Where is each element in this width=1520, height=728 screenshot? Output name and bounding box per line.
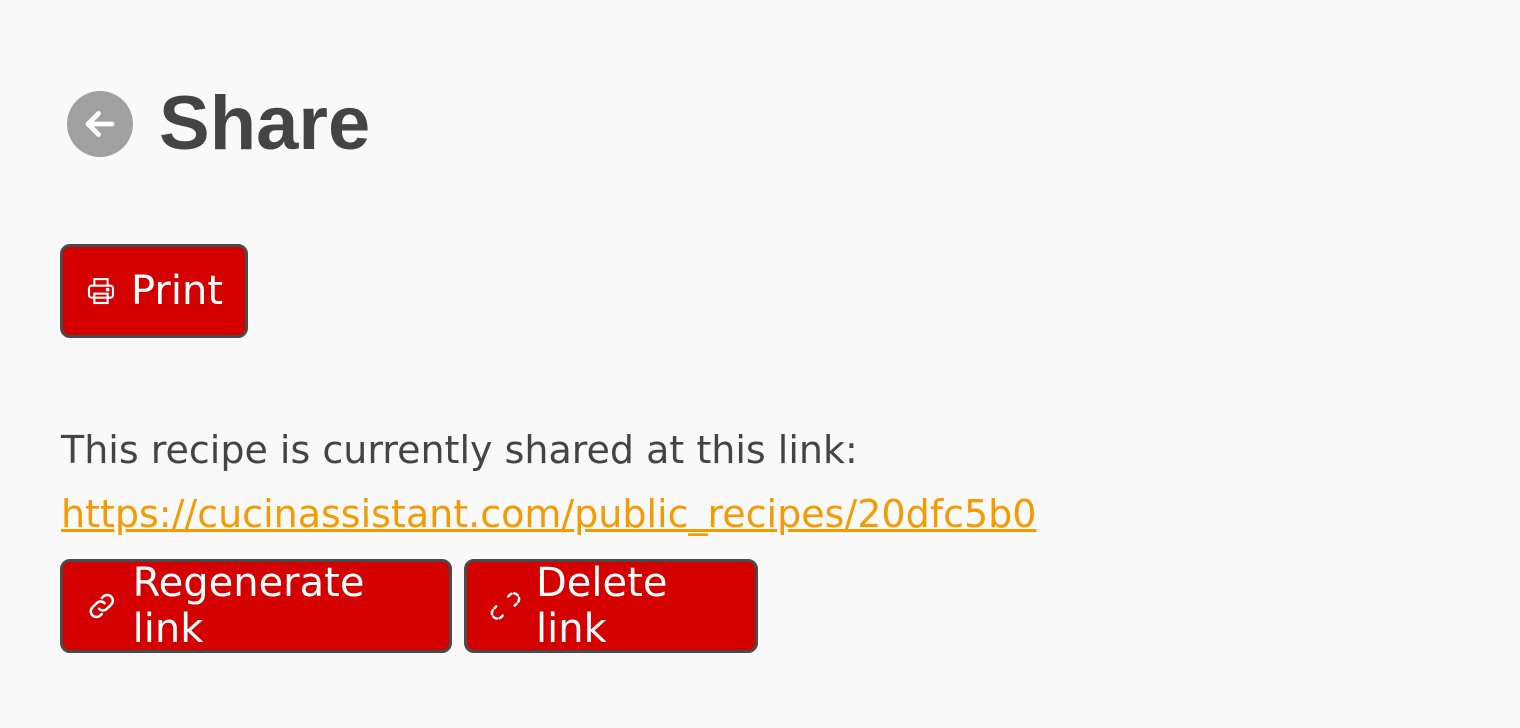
- delete-link-button[interactable]: Delete link: [464, 559, 758, 653]
- print-label: Print: [130, 268, 223, 314]
- regenerate-link-button[interactable]: Regenerate link: [60, 559, 452, 653]
- page-title: Share: [159, 81, 371, 166]
- page-header: Share: [67, 80, 370, 167]
- back-button[interactable]: [67, 90, 133, 157]
- share-description: This recipe is currently shared at this …: [61, 428, 858, 472]
- arrow-left-icon: [85, 110, 115, 137]
- printer-icon: [87, 277, 115, 305]
- share-link[interactable]: https://cucinassistant.com/public_recipe…: [61, 492, 1036, 536]
- link-icon: [89, 593, 115, 619]
- delete-label: Delete link: [536, 560, 668, 652]
- regenerate-label: Regenerate link: [132, 560, 365, 652]
- print-button[interactable]: Print: [60, 244, 248, 338]
- unlink-icon: [490, 592, 521, 620]
